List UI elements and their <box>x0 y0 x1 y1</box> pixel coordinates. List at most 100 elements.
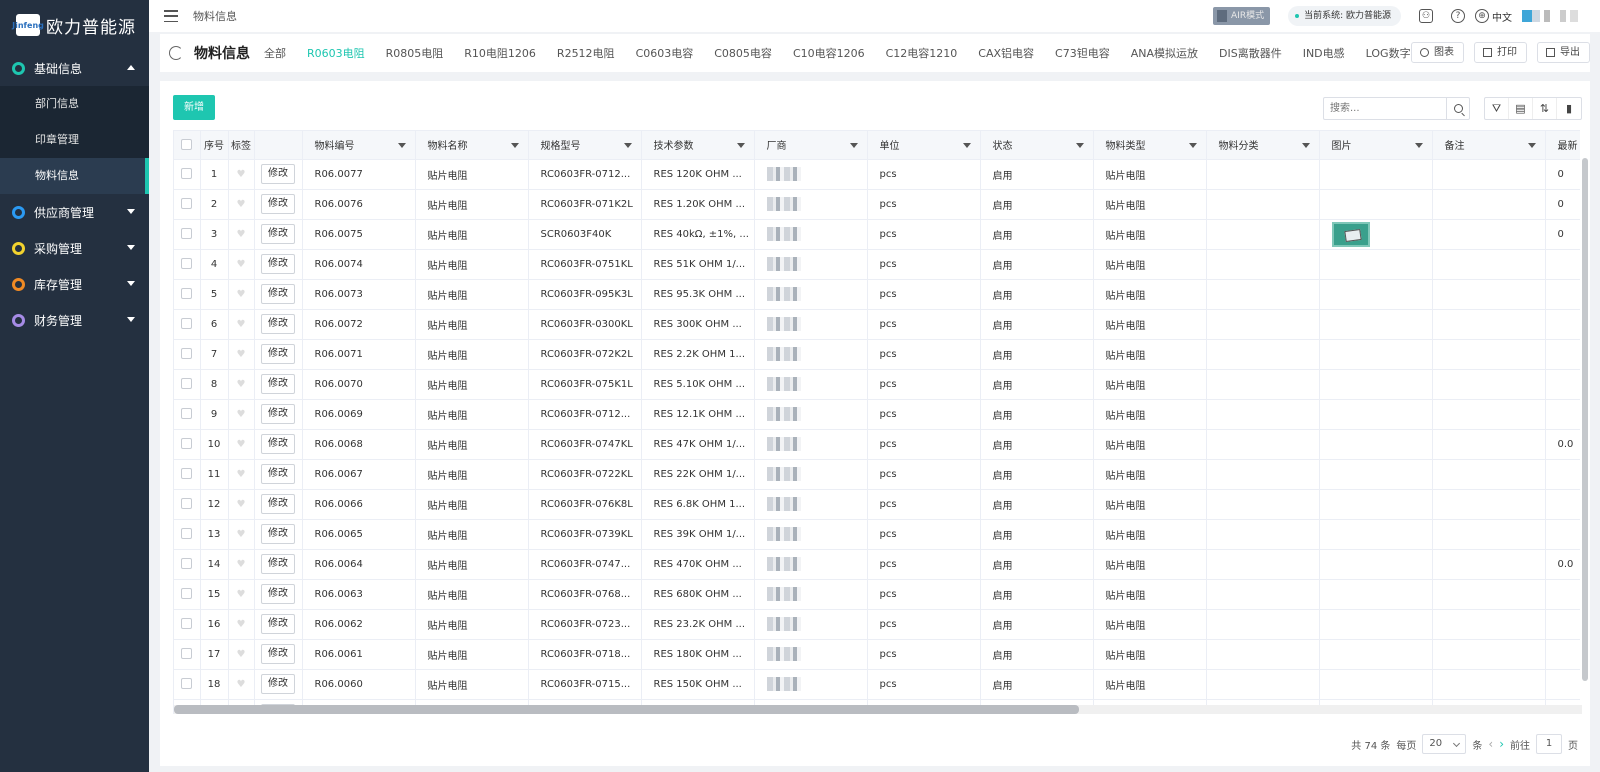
row-checkbox[interactable] <box>181 258 193 270</box>
horizontal-scrollbar-thumb[interactable] <box>174 705 1079 714</box>
tab-8[interactable]: C12电容1210 <box>886 45 958 61</box>
row-select-cell[interactable] <box>174 669 201 700</box>
row-tag[interactable]: ♥ <box>228 159 255 190</box>
tab-2[interactable]: R0805电阻 <box>386 45 444 61</box>
table-row[interactable]: 9 ♥ 修改 R06.0069 贴片电阻 RC0603FR-0712... RES 12.1… <box>174 399 1580 430</box>
column-dropdown-icon[interactable] <box>962 143 971 148</box>
table-row[interactable]: 10 ♥ 修改 R06.0068 贴片电阻 RC0603FR-0747KL RES 47K … <box>174 429 1580 460</box>
tab-9[interactable]: CAX铝电容 <box>978 45 1034 61</box>
heart-icon[interactable]: ♥ <box>237 409 246 420</box>
page-input[interactable]: 1 <box>1536 734 1562 754</box>
heart-icon[interactable]: ♥ <box>237 259 246 270</box>
row-tag[interactable]: ♥ <box>228 669 255 700</box>
table-row[interactable]: 11 ♥ 修改 R06.0067 贴片电阻 RC0603FR-0722KL RES 22K … <box>174 459 1580 490</box>
column-dropdown-icon[interactable] <box>623 143 632 148</box>
tab-1[interactable]: R0603电阻 <box>307 45 365 61</box>
row-checkbox[interactable] <box>181 678 193 690</box>
tab-6[interactable]: C0805电容 <box>714 45 772 61</box>
heart-icon[interactable]: ♥ <box>237 529 246 540</box>
edit-button[interactable]: 修改 <box>261 464 295 484</box>
row-checkbox[interactable] <box>181 288 193 300</box>
tab-10[interactable]: C73钽电容 <box>1055 45 1110 61</box>
edit-button[interactable]: 修改 <box>261 314 295 334</box>
column-header-11[interactable]: 物料分类 <box>1206 131 1320 160</box>
table-row[interactable]: 16 ♥ 修改 R06.0062 贴片电阻 RC0603FR-0723... RES 23.… <box>174 609 1580 640</box>
heart-icon[interactable]: ♥ <box>237 379 246 390</box>
table-row[interactable]: 3 ♥ 修改 R06.0075 贴片电阻 SCR0603F40K RES 40kΩ, ±1%… <box>174 219 1580 250</box>
row-tag[interactable]: ♥ <box>228 279 255 310</box>
page-size-select[interactable]: 20 <box>1422 734 1467 754</box>
heart-icon[interactable]: ♥ <box>237 439 246 450</box>
vertical-scrollbar[interactable] <box>1582 158 1588 681</box>
row-tag[interactable]: ♥ <box>228 609 255 640</box>
header-select-all[interactable] <box>174 131 201 160</box>
current-system-badge[interactable]: 当前系统: 欧力普能源 <box>1288 6 1401 26</box>
table-row[interactable]: 5 ♥ 修改 R06.0073 贴片电阻 RC0603FR-095K3L RES 95.3K… <box>174 279 1580 310</box>
row-tag[interactable]: ♥ <box>228 459 255 490</box>
sidebar-group-3[interactable]: 库存管理 <box>0 266 149 302</box>
horizontal-scrollbar[interactable] <box>174 705 1582 714</box>
select-all-checkbox[interactable] <box>181 139 193 150</box>
table-row[interactable]: 18 ♥ 修改 R06.0060 贴片电阻 RC0603FR-0715... RES 150… <box>174 669 1580 700</box>
row-tag[interactable]: ♥ <box>228 639 255 670</box>
row-checkbox[interactable] <box>181 498 193 510</box>
column-header-10[interactable]: 物料类型 <box>1093 131 1207 160</box>
row-tag[interactable]: ♥ <box>228 369 255 400</box>
row-select-cell[interactable] <box>174 549 201 580</box>
column-dropdown-icon[interactable] <box>510 143 519 148</box>
row-checkbox[interactable] <box>181 168 193 180</box>
column-dropdown-icon[interactable] <box>736 143 745 148</box>
row-tag[interactable]: ♥ <box>228 339 255 370</box>
row-checkbox[interactable] <box>181 438 193 450</box>
column-header-4[interactable]: 物料名称 <box>415 131 529 160</box>
row-select-cell[interactable] <box>174 189 201 220</box>
sort-icon[interactable]: ⇅ <box>1533 98 1557 119</box>
tab-5[interactable]: C0603电容 <box>636 45 694 61</box>
column-dropdown-icon[interactable] <box>1188 143 1197 148</box>
next-page-icon[interactable]: › <box>1499 737 1504 751</box>
edit-button[interactable]: 修改 <box>261 644 295 664</box>
heart-icon[interactable]: ♥ <box>237 169 246 180</box>
column-dropdown-icon[interactable] <box>1301 143 1310 148</box>
column-header-6[interactable]: 技术参数 <box>641 131 755 160</box>
user-avatar[interactable] <box>1522 10 1586 22</box>
tab-3[interactable]: R10电阻1206 <box>464 45 536 61</box>
heart-icon[interactable]: ♥ <box>237 679 246 690</box>
row-select-cell[interactable] <box>174 459 201 490</box>
tab-13[interactable]: IND电感 <box>1303 45 1345 61</box>
columns-icon[interactable]: ▤ <box>1509 98 1533 119</box>
table-row[interactable]: 14 ♥ 修改 R06.0064 贴片电阻 RC0603FR-0747... RES 470… <box>174 549 1580 580</box>
sidebar-group-0[interactable]: 基础信息 <box>0 50 149 86</box>
row-tag[interactable]: ♥ <box>228 309 255 340</box>
sidebar-group-1[interactable]: 供应商管理 <box>0 194 149 230</box>
material-image-thumbnail[interactable] <box>1331 221 1370 247</box>
column-header-12[interactable]: 图片 <box>1319 131 1433 160</box>
row-checkbox[interactable] <box>181 378 193 390</box>
edit-button[interactable]: 修改 <box>261 284 295 304</box>
sidebar-item-2[interactable]: 物料信息 <box>0 158 149 194</box>
edit-button[interactable]: 修改 <box>261 194 295 214</box>
row-tag[interactable]: ♥ <box>228 489 255 520</box>
edit-button[interactable]: 修改 <box>261 584 295 604</box>
row-select-cell[interactable] <box>174 159 201 190</box>
tab-0[interactable]: 全部 <box>264 45 286 61</box>
edit-button[interactable]: 修改 <box>261 224 295 244</box>
table-row[interactable]: 12 ♥ 修改 R06.0066 贴片电阻 RC0603FR-076K8L RES 6.8K… <box>174 489 1580 520</box>
table-row[interactable]: 7 ♥ 修改 R06.0071 贴片电阻 RC0603FR-072K2L RES 2.2K … <box>174 339 1580 370</box>
table-row[interactable]: 8 ♥ 修改 R06.0070 贴片电阻 RC0603FR-075K1L RES 5.10K… <box>174 369 1580 400</box>
edit-button[interactable]: 修改 <box>261 674 295 694</box>
heart-icon[interactable]: ♥ <box>237 649 246 660</box>
row-select-cell[interactable] <box>174 219 201 250</box>
edit-button[interactable]: 修改 <box>261 254 295 274</box>
edit-button[interactable]: 修改 <box>261 404 295 424</box>
menu-toggle-icon[interactable] <box>164 10 178 22</box>
row-tag[interactable]: ♥ <box>228 519 255 550</box>
table-row[interactable]: 1 ♥ 修改 R06.0077 贴片电阻 RC0603FR-0712... RES 120K… <box>174 159 1580 190</box>
heart-icon[interactable]: ♥ <box>237 289 246 300</box>
tab-7[interactable]: C10电容1206 <box>793 45 865 61</box>
column-dropdown-icon[interactable] <box>849 143 858 148</box>
row-select-cell[interactable] <box>174 279 201 310</box>
language-switch[interactable]: ⊕ 中文 <box>1475 9 1512 24</box>
row-tag[interactable]: ♥ <box>228 189 255 220</box>
column-header-5[interactable]: 规格型号 <box>528 131 642 160</box>
